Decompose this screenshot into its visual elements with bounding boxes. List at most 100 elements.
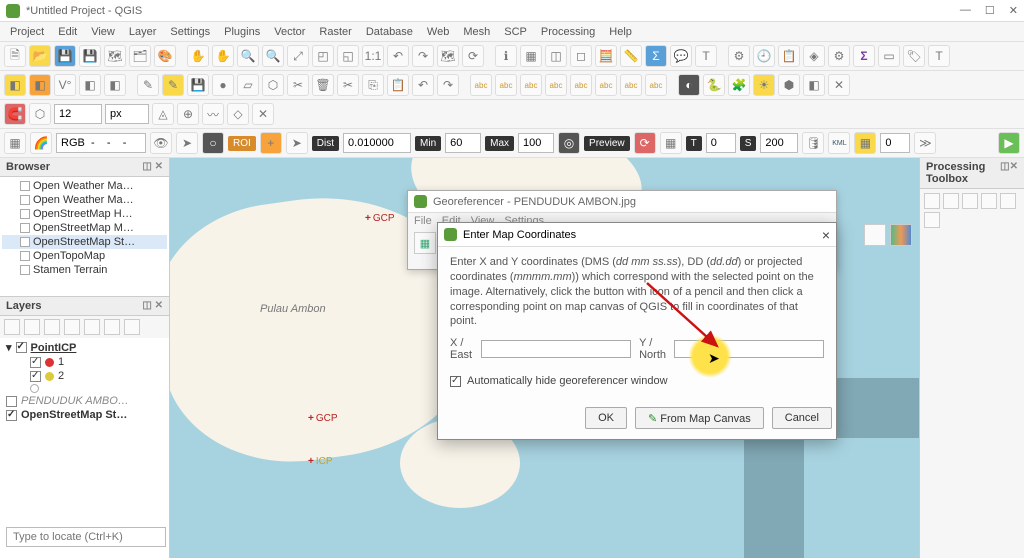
show-map-tips-button[interactable]: 💬 [670, 45, 692, 67]
auto-hide-checkbox[interactable] [450, 376, 461, 387]
processing-tool-button[interactable] [924, 193, 940, 209]
processing-tool-button[interactable] [962, 193, 978, 209]
scp-input-button[interactable]: ▦ [4, 132, 26, 154]
browser-item[interactable]: OpenStreetMap H… [2, 207, 167, 221]
abc-button-2[interactable]: abc [495, 74, 517, 96]
y-north-input[interactable] [674, 340, 824, 358]
plugin-button-3[interactable]: ⬢ [778, 74, 800, 96]
pan-button[interactable]: ✋ [187, 45, 209, 67]
snapping-button[interactable]: 🧲 [4, 103, 26, 125]
paste-features-button[interactable]: 📋 [387, 74, 409, 96]
georef-histogram-button[interactable] [890, 224, 912, 246]
plugin-button-2[interactable]: ☀ [753, 74, 775, 96]
new-spatialite-button[interactable]: ◧ [79, 74, 101, 96]
toolbox-button[interactable]: ⚙ [728, 45, 750, 67]
menu-vector[interactable]: Vector [268, 24, 311, 40]
results-viewer-button[interactable]: 📋 [778, 45, 800, 67]
cut-features-button[interactable]: ✂ [337, 74, 359, 96]
zoom-full-button[interactable]: ⤢ [287, 45, 309, 67]
browser-panel-header[interactable]: Browser ◫ ✕ [0, 158, 169, 177]
georef-titlebar[interactable]: Georeferencer - PENDUDUK AMBON.jpg [408, 191, 836, 213]
add-feature-button[interactable]: ● [212, 74, 234, 96]
layer-checkbox[interactable] [16, 342, 27, 353]
scp-add-button[interactable]: + [260, 132, 282, 154]
browser-item[interactable]: Open Weather Ma… [2, 193, 167, 207]
browser-item-selected[interactable]: OpenStreetMap St… [2, 235, 167, 249]
field-calculator-button[interactable]: 🧮 [595, 45, 617, 67]
layers-filter-button[interactable] [64, 319, 80, 335]
processing-dock-icons[interactable]: ◫✕ [1000, 161, 1018, 185]
scp-rgb-input[interactable] [56, 133, 146, 153]
scp-zero-input[interactable] [880, 133, 910, 153]
scp-run-button[interactable]: ▶ [998, 132, 1020, 154]
abc-button-4[interactable]: abc [545, 74, 567, 96]
layer-group-pointicp[interactable]: ▾ PointICP [2, 340, 167, 355]
scp-kml-button[interactable]: ▦ [660, 132, 682, 154]
ok-button[interactable]: OK [585, 407, 627, 429]
menu-scp[interactable]: SCP [498, 24, 533, 40]
plugin-manager-button[interactable]: 🧩 [728, 74, 750, 96]
auto-hide-row[interactable]: Automatically hide georeferencer window [450, 375, 824, 387]
s-input[interactable] [760, 133, 798, 153]
measure-button[interactable]: 📏 [620, 45, 642, 67]
plugin-button-4[interactable]: ◧ [803, 74, 825, 96]
plugin-button-5[interactable]: ✕ [828, 74, 850, 96]
menu-raster[interactable]: Raster [313, 24, 357, 40]
gcp-point[interactable]: GCP [308, 413, 338, 424]
menu-layer[interactable]: Layer [123, 24, 163, 40]
layer-checkbox[interactable] [30, 371, 41, 382]
options-button[interactable]: ⚙ [828, 45, 850, 67]
zoom-selection-button[interactable]: ◰ [312, 45, 334, 67]
model-designer-button[interactable]: ◈ [803, 45, 825, 67]
new-project-button[interactable]: 🗎 [4, 45, 26, 67]
trace-button[interactable]: 〰 [202, 103, 224, 125]
layer-penduduk[interactable]: PENDUDUK AMBO… [2, 394, 167, 408]
gcp-point[interactable]: GCP [365, 213, 395, 224]
new-geopackage-button[interactable]: ◧ [29, 74, 51, 96]
python-button[interactable]: 🐍 [703, 74, 725, 96]
text-format-button[interactable]: T [928, 45, 950, 67]
sigma-button[interactable]: Σ [853, 45, 875, 67]
open-project-button[interactable]: 📂 [29, 45, 51, 67]
layers-visibility-button[interactable] [44, 319, 60, 335]
add-polygon-button[interactable]: ▱ [237, 74, 259, 96]
browser-item[interactable]: Open Weather Ma… [2, 179, 167, 193]
menu-processing[interactable]: Processing [535, 24, 601, 40]
layer-checkbox[interactable] [30, 357, 41, 368]
label-toolbar-button[interactable]: 🏷 [903, 45, 925, 67]
current-edits-button[interactable]: ✎ [137, 74, 159, 96]
menu-project[interactable]: Project [4, 24, 50, 40]
scp-roi-button[interactable]: ○ [202, 132, 224, 154]
layer-checkbox[interactable] [6, 396, 17, 407]
menu-edit[interactable]: Edit [52, 24, 83, 40]
zoom-next-button[interactable]: ↷ [412, 45, 434, 67]
dist-input[interactable] [343, 133, 411, 153]
abc-button-8[interactable]: abc [645, 74, 667, 96]
dialog-titlebar[interactable]: Enter Map Coordinates × [438, 223, 836, 247]
menu-help[interactable]: Help [603, 24, 638, 40]
refresh-button[interactable]: ⟳ [462, 45, 484, 67]
select-features-button[interactable]: ◫ [545, 45, 567, 67]
browser-dock-icons[interactable]: ◫ ✕ [142, 161, 163, 173]
browser-item[interactable]: OpenStreetMap M… [2, 221, 167, 235]
minimize-button[interactable]: — [960, 4, 971, 17]
scp-db-button[interactable]: 🛢 [802, 132, 824, 154]
undo-button[interactable]: ↶ [412, 74, 434, 96]
menu-database[interactable]: Database [360, 24, 419, 40]
x-east-input[interactable] [481, 340, 631, 358]
browser-item[interactable]: Stamen Terrain [2, 263, 167, 277]
layer-osm[interactable]: OpenStreetMap St… [2, 408, 167, 422]
plugin-button-1[interactable]: ◐ [678, 74, 700, 96]
scp-preview-target-button[interactable]: ◎ [558, 132, 580, 154]
layers-panel[interactable]: ▾ PointICP 1 2 PENDUDUK AMBO… [0, 338, 169, 558]
delete-selected-button[interactable]: 🗑 [312, 74, 334, 96]
layers-style-button[interactable] [4, 319, 20, 335]
from-map-canvas-button[interactable]: ✎ From Map Canvas [635, 407, 764, 429]
vertex-tool-button[interactable]: ⬡ [262, 74, 284, 96]
abc-button-5[interactable]: abc [570, 74, 592, 96]
zoom-native-button[interactable]: 1:1 [362, 45, 384, 67]
layers-collapse-button[interactable] [104, 319, 120, 335]
statistics-button[interactable]: Σ [645, 45, 667, 67]
layers-panel-header[interactable]: Layers ◫ ✕ [0, 297, 169, 316]
locator-input[interactable] [6, 527, 166, 547]
